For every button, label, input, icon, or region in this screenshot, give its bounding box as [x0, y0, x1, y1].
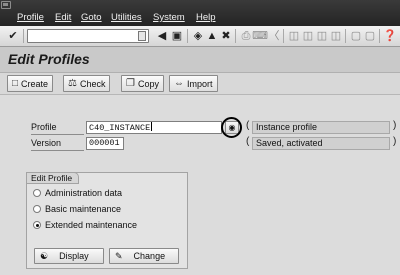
copy-button[interactable]: ❐ Copy: [121, 75, 164, 92]
close-paren: ): [393, 136, 397, 147]
edit-profile-group-title: Edit Profile: [26, 172, 80, 184]
cancel-icon[interactable]: ✖: [219, 29, 233, 43]
version-description: Saved, activated: [252, 137, 390, 150]
create-button[interactable]: □ Create: [7, 75, 54, 92]
print-icon[interactable]: ⎙: [239, 29, 253, 43]
pencil-icon: ✎: [115, 250, 123, 261]
shortcut-icon[interactable]: ▢: [363, 29, 377, 43]
application-toolbar: □ Create ⚖ Check ❐ Copy ⇔ Import: [0, 73, 400, 95]
radio-extended-maintenance[interactable]: Extended maintenance: [33, 219, 137, 231]
radio-button[interactable]: [33, 205, 41, 213]
create-button-label: Create: [21, 78, 49, 89]
version-label: Version: [31, 138, 62, 148]
create-icon: □: [12, 77, 19, 89]
display-button-label: Display: [59, 251, 89, 261]
menu-goto[interactable]: Goto: [81, 11, 102, 24]
toolbar-separator: [345, 29, 346, 43]
import-icon: ⇔: [174, 77, 184, 89]
radio-administration-data[interactable]: Administration data: [33, 187, 122, 199]
next-page-icon[interactable]: ◫: [315, 29, 329, 43]
radio-label: Administration data: [45, 188, 123, 198]
display-button[interactable]: ☯ Display: [34, 248, 104, 264]
version-label-underline: [31, 150, 84, 151]
radio-label: Extended maintenance: [45, 220, 138, 230]
check-icon: ⚖: [68, 77, 77, 89]
radio-label: Basic maintenance: [45, 204, 122, 214]
change-button-label: Change: [133, 251, 166, 261]
last-page-icon[interactable]: ◫: [329, 29, 343, 43]
toolbar-separator: [23, 29, 24, 43]
command-field[interactable]: [27, 29, 149, 43]
title-bar: Edit Profiles: [0, 47, 400, 73]
profile-label-underline: [31, 134, 84, 135]
highlight-circle: [221, 117, 242, 138]
prev-page-icon[interactable]: ◫: [301, 29, 315, 43]
back-arrow-icon[interactable]: ◀: [155, 29, 169, 43]
import-button[interactable]: ⇔ Import: [169, 75, 218, 92]
menu-bar: Profile Edit Goto Utilities System Help: [0, 0, 400, 26]
menu-system[interactable]: System: [153, 11, 185, 24]
radio-basic-maintenance[interactable]: Basic maintenance: [33, 203, 121, 215]
copy-icon: ❐: [126, 77, 135, 89]
help-icon[interactable]: ❓: [383, 29, 397, 43]
enter-icon[interactable]: ✔: [6, 29, 20, 43]
window-menu-icon[interactable]: [1, 1, 11, 9]
change-button[interactable]: ✎ Change: [109, 248, 179, 264]
command-history-icon[interactable]: [138, 31, 146, 41]
toolbar-separator: [235, 29, 236, 43]
check-button[interactable]: ⚖ Check: [63, 75, 111, 92]
profile-label: Profile: [31, 122, 57, 132]
profile-input[interactable]: C40_INSTANCE: [86, 121, 222, 134]
edit-profile-group: Edit Profile Administration data Basic m…: [26, 172, 188, 269]
menu-edit[interactable]: Edit: [55, 11, 71, 24]
menu-help[interactable]: Help: [196, 11, 216, 24]
menu-utilities[interactable]: Utilities: [111, 11, 142, 24]
open-paren: (: [246, 120, 250, 131]
close-paren: ): [393, 120, 397, 131]
import-button-label: Import: [187, 78, 213, 89]
profile-input-value: C40_INSTANCE: [89, 123, 151, 133]
text-cursor: [151, 122, 153, 131]
standard-toolbar: ✔ ◀ ▣ ◈ ▲ ✖ ⎙ ⌨ 〈 ◫ ◫ ◫ ◫ ▢ ▢ ❓: [0, 26, 400, 47]
open-paren: (: [246, 136, 250, 147]
glasses-icon: ☯: [40, 250, 49, 261]
exit-icon[interactable]: ▲: [205, 29, 219, 43]
find-next-icon[interactable]: 〈: [267, 29, 281, 43]
version-input[interactable]: 000001: [86, 137, 124, 150]
create-session-icon[interactable]: ▢: [349, 29, 363, 43]
back-icon[interactable]: ◈: [191, 29, 205, 43]
page-title: Edit Profiles: [8, 51, 90, 67]
toolbar-separator: [187, 29, 188, 43]
version-input-value: 000001: [89, 138, 120, 148]
check-button-label: Check: [79, 78, 106, 89]
copy-button-label: Copy: [137, 78, 159, 89]
profile-description: Instance profile: [252, 121, 390, 134]
menu-profile[interactable]: Profile: [17, 11, 44, 24]
first-page-icon[interactable]: ◫: [287, 29, 301, 43]
toolbar-separator: [379, 29, 380, 43]
find-icon[interactable]: ⌨: [252, 29, 268, 43]
toolbar-separator: [283, 29, 284, 43]
radio-button-selected[interactable]: [33, 221, 41, 229]
save-icon[interactable]: ▣: [170, 29, 184, 43]
radio-button[interactable]: [33, 189, 41, 197]
